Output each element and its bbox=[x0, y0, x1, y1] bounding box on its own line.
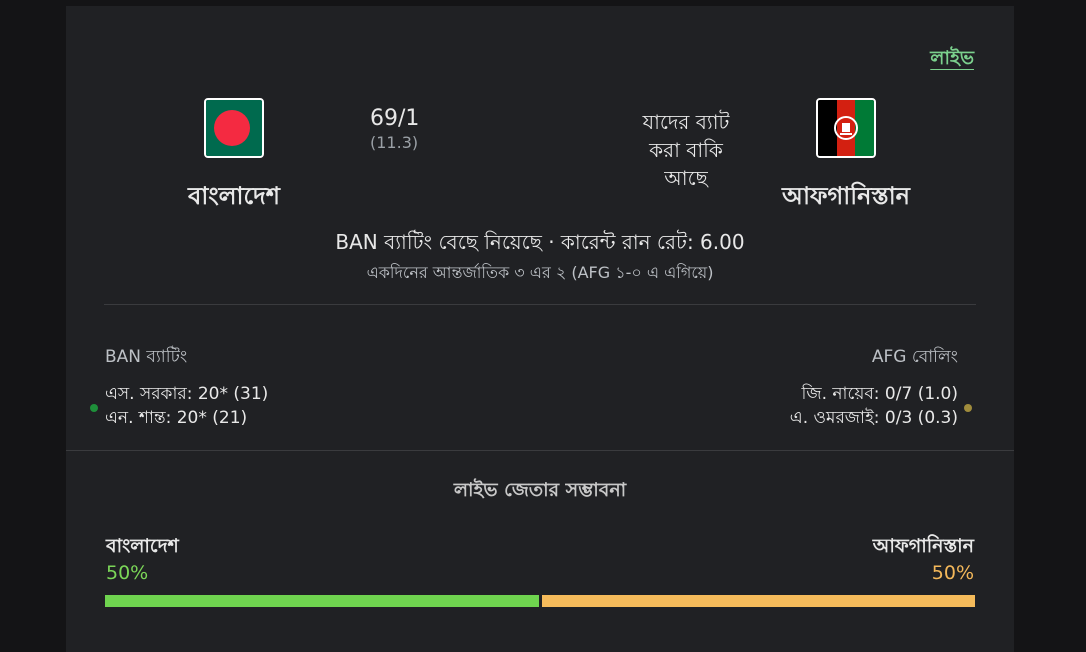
scoreboard: লাইভ বাংলাদেশ 69/1 (11.3) যাদের ব্যাট কর… bbox=[66, 6, 1014, 451]
batter-1: এস. সরকার: 20* (31) bbox=[105, 384, 269, 404]
win-prob-away-bar bbox=[542, 595, 975, 607]
live-link[interactable]: লাইভ bbox=[930, 44, 974, 76]
bowling-panel: AFG বোলিং জি. নায়েব: 0/7 (1.0) এ. ওমরজা… bbox=[790, 344, 958, 430]
batting-panel: BAN ব্যাটিং এস. সরকার: 20* (31) এন. শান্… bbox=[105, 344, 268, 430]
bowling-indicator-dot bbox=[964, 404, 972, 412]
series-status: একদিনের আন্তর্জাতিক ৩ এর ২ (AFG ১-০ এ এগ… bbox=[366, 263, 714, 282]
win-prob-home-name: বাংলাদেশ bbox=[106, 535, 179, 557]
win-probability-bar bbox=[105, 595, 975, 607]
team-name-home: বাংলাদেশ bbox=[188, 182, 280, 210]
win-probability-title: লাইভ জেতার সম্ভাবনা bbox=[453, 479, 627, 501]
team-afghanistan[interactable]: আফগানিস্তান bbox=[766, 98, 926, 218]
home-runs: 69/1 bbox=[370, 106, 420, 131]
home-score: 69/1 (11.3) bbox=[370, 106, 419, 152]
bowler-2: এ. ওমরজাই: 0/3 (0.3) bbox=[789, 408, 958, 428]
match-status: BAN ব্যাটিং বেছে নিয়েছে · কারেন্ট রান র… bbox=[335, 230, 745, 254]
bangladesh-flag-icon bbox=[204, 98, 264, 158]
win-prob-away-pct: 50% bbox=[931, 562, 974, 584]
batting-heading: BAN ব্যাটিং bbox=[105, 347, 188, 367]
win-prob-home-bar bbox=[105, 595, 539, 607]
batter-2: এন. শান্ত: 20* (21) bbox=[105, 408, 248, 428]
bowler-1: জি. নায়েব: 0/7 (1.0) bbox=[801, 384, 958, 404]
team-name-away: আফগানিস্তান bbox=[782, 182, 910, 210]
team-bangladesh[interactable]: বাংলাদেশ bbox=[184, 98, 284, 218]
batting-indicator-dot bbox=[90, 404, 98, 412]
bowling-heading: AFG বোলিং bbox=[871, 347, 958, 367]
divider bbox=[104, 304, 976, 305]
away-status: যাদের ব্যাট করা বাকি আছে bbox=[642, 110, 730, 190]
home-overs: (11.3) bbox=[370, 133, 419, 152]
afghanistan-flag-icon bbox=[816, 98, 876, 158]
win-prob-home-pct: 50% bbox=[106, 562, 149, 584]
win-prob-away-name: আফগানিস্তান bbox=[872, 535, 974, 557]
match-card: লাইভ বাংলাদেশ 69/1 (11.3) যাদের ব্যাট কর… bbox=[66, 6, 1014, 652]
